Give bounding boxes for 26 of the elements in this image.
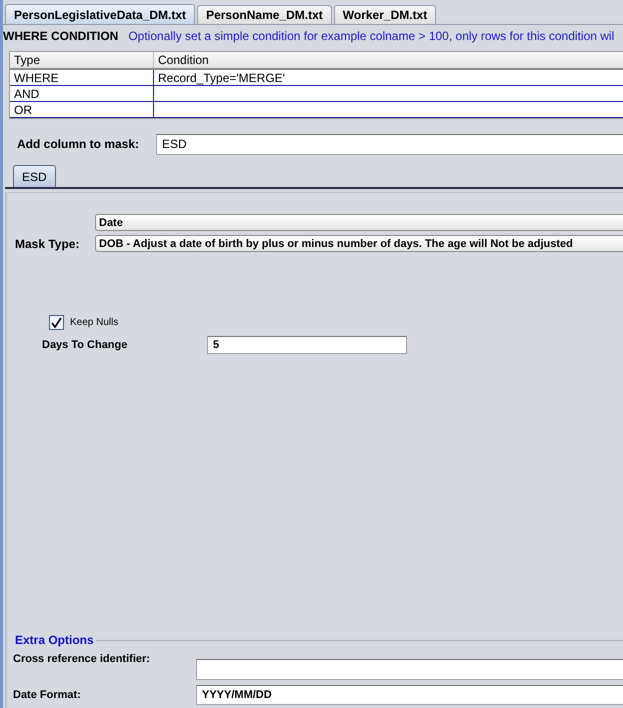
checkbox-label: Keep Nulls (70, 317, 118, 328)
field-label: Mask Type: (15, 236, 80, 250)
input-field[interactable] (196, 659, 623, 680)
field-label: Days To Change (42, 339, 128, 351)
section-title: WHERE CONDITION (3, 29, 118, 43)
table-cell: OR (10, 102, 154, 117)
group-title: Extra Options (14, 633, 95, 647)
table-cell: WHERE (10, 70, 154, 85)
file-tab[interactable]: PersonLegislativeData_DM.txt (5, 4, 196, 24)
field-label: Cross reference identifier: (13, 653, 151, 665)
file-tab[interactable]: Worker_DM.txt (334, 5, 436, 24)
table-cell: Record_Type='MERGE' (154, 70, 623, 85)
input-field[interactable]: 5 (207, 336, 407, 354)
mask-type-dropdown[interactable]: DOB - Adjust a date of birth by plus or minus number of days. The age will Not be adjusted (95, 235, 623, 252)
input-field[interactable]: YYYY/MM/DD (196, 685, 623, 705)
checkbox[interactable] (49, 315, 64, 330)
column-header: Type (10, 52, 154, 68)
file-tab[interactable]: PersonName_DM.txt (197, 5, 332, 24)
category-dropdown[interactable]: Date (95, 214, 623, 231)
column-header: Condition (154, 52, 623, 68)
column-tab[interactable]: ESD (13, 165, 56, 187)
input-field[interactable]: ESD (156, 134, 623, 154)
hint-text: Optionally set a simple condition for example colname > 100, only rows for this condition wil (128, 29, 614, 43)
field-label: Date Format: (13, 689, 82, 701)
table-cell: AND (10, 86, 154, 101)
field-label: Add column to mask: (17, 137, 140, 151)
